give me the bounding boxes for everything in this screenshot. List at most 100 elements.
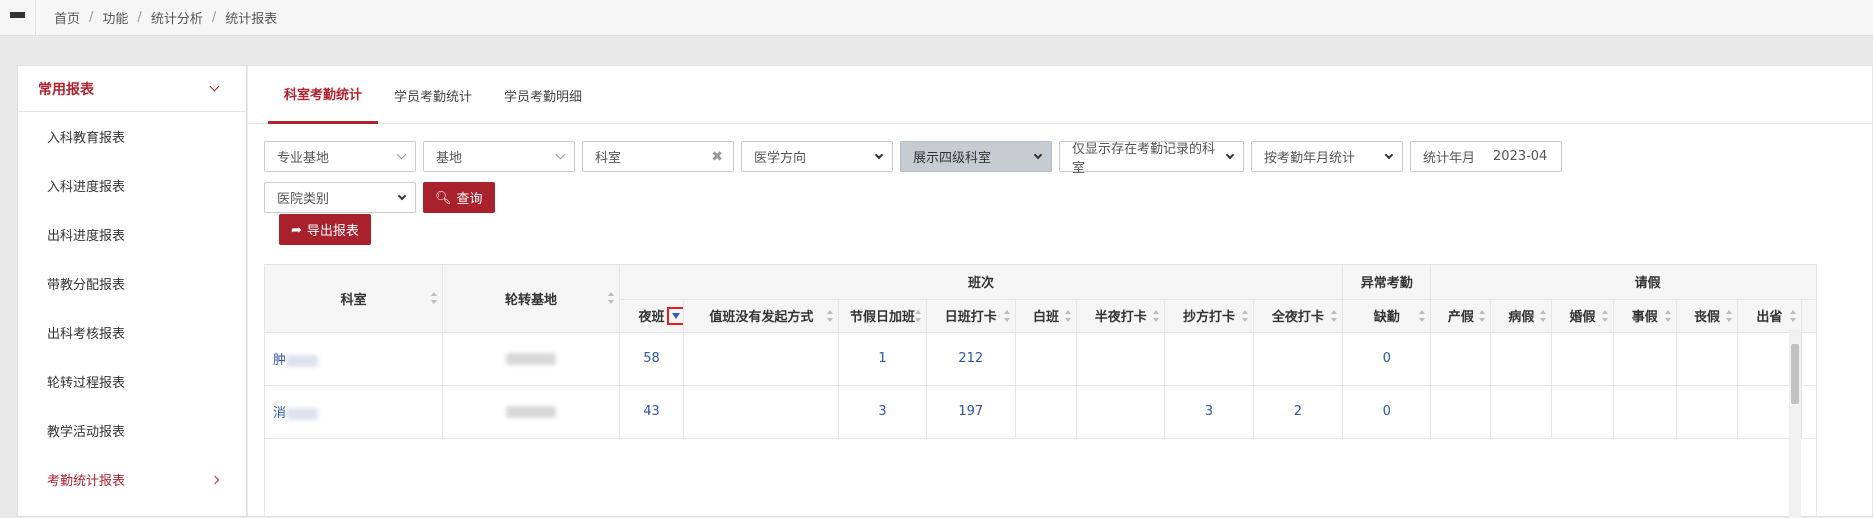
menu-toggle-button[interactable] xyxy=(0,0,36,36)
sort-icon[interactable] xyxy=(1153,309,1160,322)
tab-student-attendance[interactable]: 学员考勤统计 xyxy=(378,66,488,124)
chevron-down-icon xyxy=(1033,150,1043,160)
record-filter-select[interactable]: 仅显示存在考勤记录的科室 xyxy=(1059,141,1244,176)
col-header-base[interactable]: 轮转基地 xyxy=(442,265,620,333)
tab-dept-attendance[interactable]: 科室考勤统计 xyxy=(268,66,379,124)
table-scrollbar[interactable] xyxy=(1789,330,1801,518)
sort-icon[interactable] xyxy=(1726,309,1733,322)
share-arrow-icon: ➦ xyxy=(291,221,302,237)
col-header-marriage[interactable]: 婚假 xyxy=(1551,299,1614,333)
chevron-down-icon xyxy=(397,191,407,201)
col-header-night[interactable]: 夜班 xyxy=(619,299,685,333)
query-button[interactable]: 🔍︎ 查询 xyxy=(423,182,495,213)
sort-icon[interactable] xyxy=(1601,309,1609,322)
filter-area: 专业基地 基地 科室 ✖ 医学方向 展示四级科室 仅显示存在考勤记录的科室 按考… xyxy=(264,141,1824,223)
prescription-count[interactable]: 3 xyxy=(1164,385,1254,439)
base-select[interactable]: 基地 xyxy=(423,141,575,172)
breadcrumb-item-function[interactable]: 功能 xyxy=(102,8,128,27)
breadcrumb-item-analysis[interactable]: 统计分析 xyxy=(151,8,203,27)
breadcrumb-item-home[interactable]: 首页 xyxy=(54,8,80,27)
col-header-full-night-clock[interactable]: 全夜打卡 xyxy=(1253,299,1344,333)
direction-select[interactable]: 医学方向 xyxy=(741,141,893,172)
holiday-count[interactable]: 3 xyxy=(838,385,927,439)
sort-icon[interactable] xyxy=(1331,309,1338,322)
holiday-count[interactable]: 1 xyxy=(838,332,927,386)
duty-count xyxy=(683,332,840,386)
day-shift-count xyxy=(1015,332,1078,386)
sidebar-item-teaching-assignment[interactable]: 带教分配报表 xyxy=(18,259,246,308)
full-night-count[interactable]: 2 xyxy=(1253,385,1344,439)
tab-student-attendance-detail[interactable]: 学员考勤明细 xyxy=(488,66,598,124)
sort-icon[interactable] xyxy=(1003,309,1011,322)
day-clock-count[interactable]: 212 xyxy=(926,332,1016,386)
sort-icon[interactable] xyxy=(1665,309,1672,322)
absent-count[interactable]: 0 xyxy=(1342,385,1432,439)
sidebar-item-exit-progress[interactable]: 出科进度报表 xyxy=(18,210,246,259)
day-shift-count xyxy=(1015,385,1078,439)
base-cell xyxy=(442,332,620,386)
col-header-out-province[interactable]: 出省 xyxy=(1737,299,1802,333)
leave-cell xyxy=(1676,385,1739,439)
dept-link[interactable]: 肿 xyxy=(265,332,444,386)
midnight-count xyxy=(1076,332,1166,386)
col-header-prescription-clock[interactable]: 抄方打卡 xyxy=(1164,299,1254,333)
col-header-midnight-clock[interactable]: 半夜打卡 xyxy=(1076,299,1166,333)
query-label: 查询 xyxy=(456,191,483,206)
absent-count[interactable]: 0 xyxy=(1342,332,1432,386)
sort-icon[interactable] xyxy=(1065,309,1072,322)
sort-icon[interactable] xyxy=(431,292,438,305)
night-count[interactable]: 43 xyxy=(619,385,685,439)
sidebar-item-exit-exam[interactable]: 出科考核报表 xyxy=(18,308,246,357)
col-header-holiday-ot[interactable]: 节假日加班 xyxy=(838,299,927,333)
day-clock-count[interactable]: 197 xyxy=(926,385,1016,439)
filter-dropdown-icon[interactable] xyxy=(667,306,683,325)
night-count[interactable]: 58 xyxy=(619,332,685,386)
sort-icon[interactable] xyxy=(1540,309,1547,322)
dept-link[interactable]: 消 xyxy=(265,385,444,439)
col-header-funeral[interactable]: 丧假 xyxy=(1676,299,1739,333)
stat-mode-select[interactable]: 按考勤年月统计 xyxy=(1251,141,1403,172)
col-header-duty-no-method[interactable]: 值班没有发起方式 xyxy=(683,299,840,333)
col-header-quarantine[interactable]: 隔离 xyxy=(1801,299,1816,333)
col-header-personal[interactable]: 事假 xyxy=(1613,299,1678,333)
col-label: 婚假 xyxy=(1569,310,1596,325)
major-base-select[interactable]: 专业基地 xyxy=(264,141,416,172)
sidebar-item-label: 入科进度报表 xyxy=(47,180,126,195)
sort-icon[interactable] xyxy=(1419,309,1426,322)
col-label: 丧假 xyxy=(1694,310,1721,325)
stat-month-input[interactable]: 统计年月 2023-04 xyxy=(1410,141,1562,172)
col-header-sick[interactable]: 病假 xyxy=(1490,299,1553,333)
sort-icon[interactable] xyxy=(1241,309,1249,322)
clear-icon[interactable]: ✖ xyxy=(711,149,723,165)
col-dept-label: 科室 xyxy=(340,292,367,308)
col-header-maternity[interactable]: 产假 xyxy=(1430,299,1492,333)
col-header-day-shift[interactable]: 白班 xyxy=(1015,299,1078,333)
sidebar-item-rotation-process[interactable]: 轮转过程报表 xyxy=(18,357,246,406)
col-header-day-clock[interactable]: 日班打卡 xyxy=(926,299,1016,333)
col-header-dept[interactable]: 科室 xyxy=(265,265,444,333)
chevron-down-icon xyxy=(396,149,407,160)
chevron-down-icon xyxy=(874,150,884,160)
sort-icon[interactable] xyxy=(1789,309,1797,322)
sort-icon[interactable] xyxy=(914,309,922,322)
scrollbar-thumb[interactable] xyxy=(1791,344,1799,404)
sidebar-item-entry-progress[interactable]: 入科进度报表 xyxy=(18,161,246,210)
breadcrumb-separator: / xyxy=(211,10,217,25)
sidebar-item-attendance[interactable]: 考勤统计报表 xyxy=(18,455,246,504)
dept-level-select[interactable]: 展示四级科室 xyxy=(900,141,1052,172)
hospital-type-select[interactable]: 医院类别 xyxy=(264,182,416,213)
sidebar-group-header[interactable]: 常用报表 xyxy=(18,66,246,112)
col-label: 缺勤 xyxy=(1373,310,1400,325)
col-base-label: 轮转基地 xyxy=(505,292,558,308)
col-header-absent[interactable]: 缺勤 xyxy=(1342,299,1432,333)
sort-icon[interactable] xyxy=(1479,309,1486,322)
sort-icon[interactable] xyxy=(607,292,615,305)
export-button[interactable]: ➦ 导出报表 xyxy=(279,214,371,245)
sidebar-item-teaching-activity[interactable]: 教学活动报表 xyxy=(18,406,246,455)
sidebar-item-entry-education[interactable]: 入科教育报表 xyxy=(18,112,246,161)
dept-select[interactable]: 科室 ✖ xyxy=(582,141,734,172)
col-label: 抄方打卡 xyxy=(1183,310,1236,325)
sort-icon[interactable] xyxy=(827,309,834,322)
dept-level-value: 展示四级科室 xyxy=(913,151,992,166)
sidebar-item-label: 教学活动报表 xyxy=(47,425,126,440)
